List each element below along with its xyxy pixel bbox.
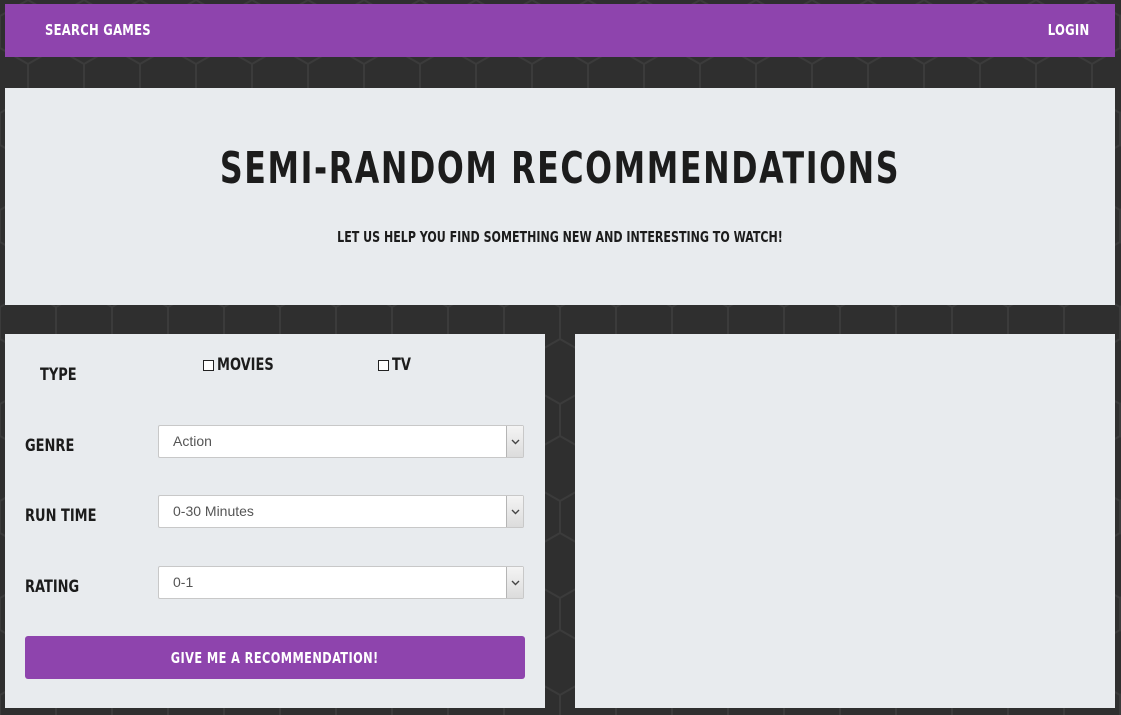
rating-select-value: 0-1 [173,574,194,590]
login-link[interactable]: LOGIN [1047,4,1089,57]
tv-checkbox-label[interactable]: TV [392,355,411,375]
recommendation-result-panel [575,334,1115,708]
runtime-label: RUN TIME [25,506,97,526]
runtime-select-value: 0-30 Minutes [173,503,254,519]
movies-checkbox-label[interactable]: MOVIES [217,355,274,375]
search-games-link[interactable]: SEARCH GAMES [45,4,151,57]
genre-select[interactable]: Action [158,425,524,458]
movies-checkbox-option[interactable]: MOVIES [203,354,284,376]
chevron-down-icon[interactable] [506,496,523,527]
recommendation-form: TYPE MOVIES TV GENRE Action RUN TIME 0-3… [5,334,545,708]
page-title: SEMI-RANDOM RECOMMENDATIONS [219,143,901,194]
page-subtitle: LET US HELP YOU FIND SOMETHING NEW AND I… [337,228,783,246]
runtime-select[interactable]: 0-30 Minutes [158,495,524,528]
movies-checkbox[interactable] [203,359,214,371]
top-navbar: SEARCH GAMES LOGIN [5,4,1115,57]
chevron-down-icon[interactable] [506,567,523,598]
genre-select-value: Action [173,433,212,449]
get-recommendation-button[interactable]: GIVE ME A RECOMMENDATION! [25,636,525,679]
rating-label: RATING [25,577,80,597]
tv-checkbox[interactable] [378,359,389,371]
type-label: TYPE [40,365,77,385]
tv-checkbox-option[interactable]: TV [378,354,414,376]
get-recommendation-button-label[interactable]: GIVE ME A RECOMMENDATION! [171,649,379,667]
rating-select[interactable]: 0-1 [158,566,524,599]
genre-label: GENRE [25,436,75,456]
chevron-down-icon[interactable] [506,426,523,457]
hero-banner: SEMI-RANDOM RECOMMENDATIONS LET US HELP … [5,88,1115,305]
